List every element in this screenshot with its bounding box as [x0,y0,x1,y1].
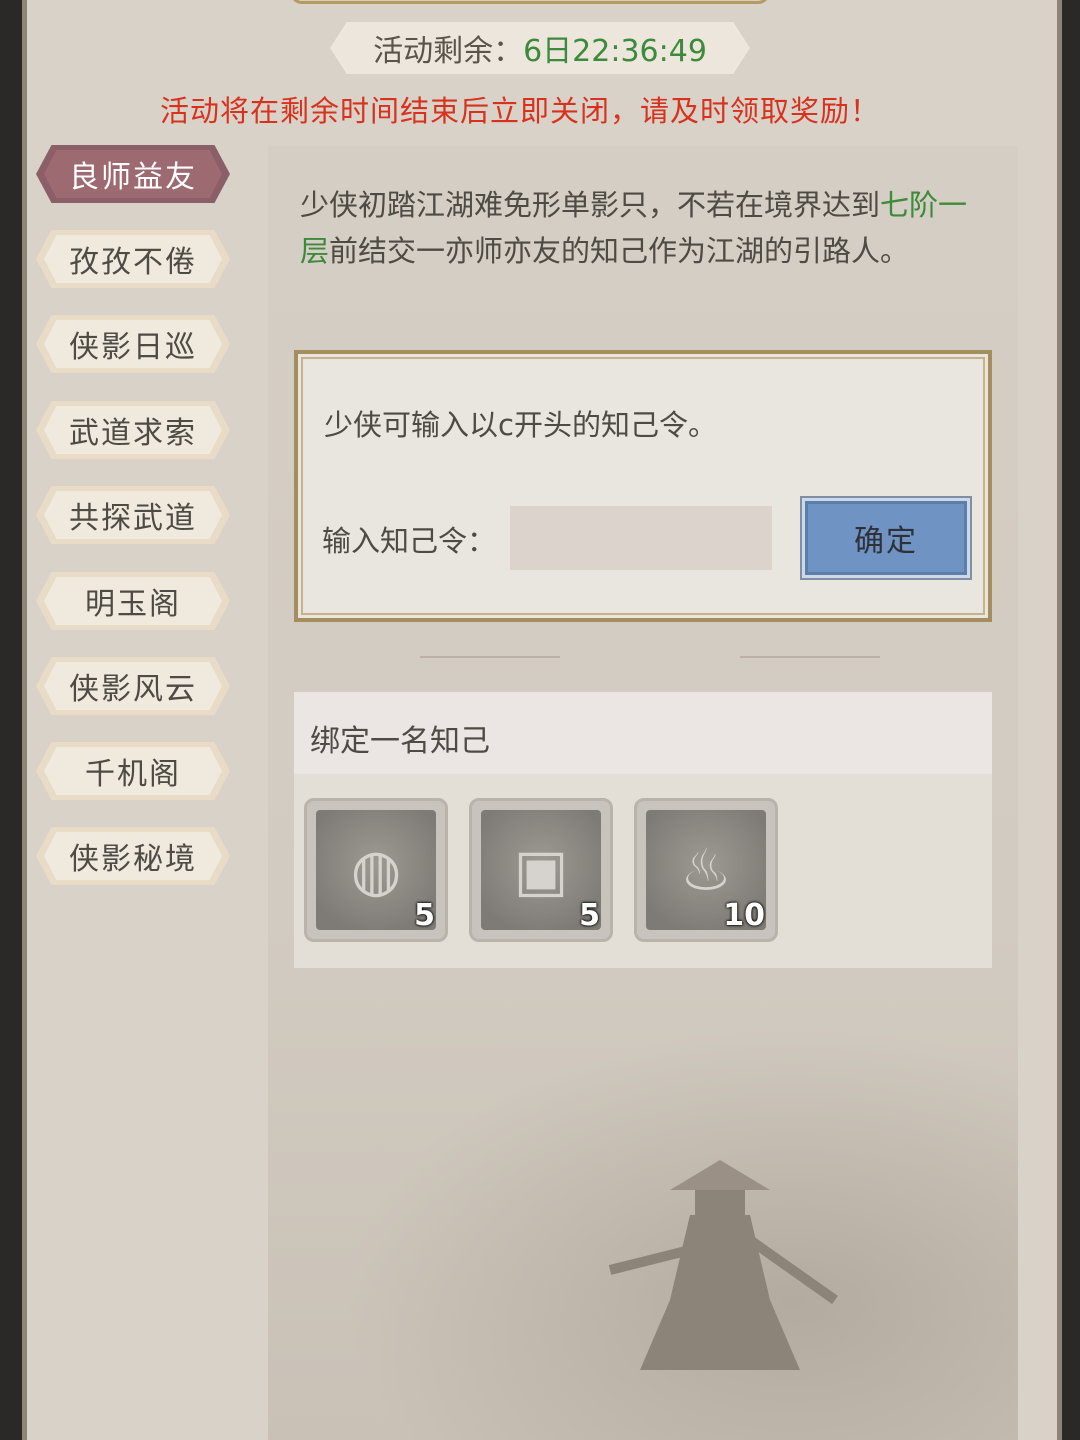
event-timer: 活动剩余： 6日22:36:49 [330,22,750,74]
reward-title: 绑定一名知己 [310,724,490,759]
reward-count: 10 [723,898,765,933]
tab-label: 千机阁 [85,757,181,792]
tab-label: 明玉阁 [85,587,181,622]
tab-label: 侠影风云 [69,672,197,707]
straw-hat-figure-illustration [608,1160,838,1370]
reward-count: 5 [579,898,600,933]
close-notice: 活动将在剩余时间结束后立即关闭，请及时领取奖励！ [159,94,880,128]
tab-label: 孜孜不倦 [69,245,197,280]
confirm-label: 确定 [854,524,918,559]
code-hint: 少侠可输入以c开头的知己令。 [324,408,717,442]
reward-count: 5 [414,898,435,933]
code-entry-box [294,350,992,622]
confirm-button[interactable]: 确定 [802,498,970,578]
tab-qianji-pavilion[interactable]: 千机阁 [36,742,230,800]
tab-label: 侠影日巡 [69,330,197,365]
desc-text-end: 前结交一亦师亦友的知己作为江湖的引路人。 [329,234,910,268]
tab-label: 武道求索 [69,416,197,451]
tab-label: 侠影秘境 [69,842,197,877]
ornament-divider-right [740,656,880,660]
tab-shadow-wind[interactable]: 侠影风云 [36,657,230,715]
timer-label: 活动剩余： [373,34,524,69]
tab-diligence[interactable]: 孜孜不倦 [36,230,230,288]
code-input[interactable] [510,506,772,570]
tab-secret-realm[interactable]: 侠影秘境 [36,827,230,885]
timer-value: 6日22:36:49 [523,34,707,69]
ornament-divider-left [420,656,560,660]
reward-slot[interactable]: ◍ 5 [304,798,448,942]
tab-martial-quest[interactable]: 武道求索 [36,401,230,459]
code-input-label: 输入知己令： [322,524,497,558]
tab-label: 共探武道 [69,501,197,536]
tab-co-explore[interactable]: 共探武道 [36,486,230,544]
tab-mingyu-pavilion[interactable]: 明玉阁 [36,572,230,630]
reward-slot[interactable]: ♨ 10 [634,798,778,942]
desc-text: 少侠初踏江湖难免形单影只，不若在境界达到 [300,188,881,222]
tab-label: 良师益友 [69,160,197,195]
reward-slot[interactable]: ▣ 5 [469,798,613,942]
tab-daily-patrol[interactable]: 侠影日巡 [36,315,230,373]
event-description: 少侠初踏江湖难免形单影只，不若在境界达到七阶一层前结交一亦师亦友的知己作为江湖的… [300,182,980,274]
title-bar-edge [290,0,770,4]
tab-mentor-friend[interactable]: 良师益友 [36,145,230,203]
